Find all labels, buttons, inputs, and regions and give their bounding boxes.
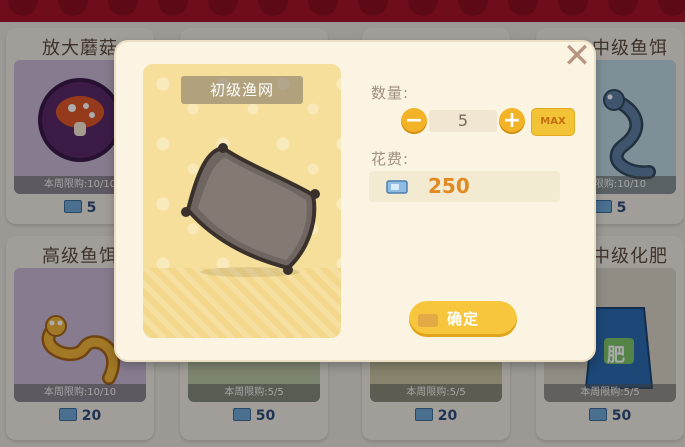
confirm-label: 确定 (446, 310, 479, 328)
minus-icon: − (404, 108, 424, 133)
cost-label: 花费: (371, 150, 410, 168)
ticket-icon (418, 314, 438, 327)
max-button[interactable]: MAX (531, 108, 575, 136)
ticket-icon (386, 180, 408, 194)
plus-icon: + (502, 108, 522, 133)
close-button[interactable]: ✕ (562, 39, 592, 73)
item-name: 初级渔网 (181, 76, 303, 104)
cost-value: 250 (428, 174, 470, 198)
decrease-button[interactable]: − (401, 108, 427, 134)
close-icon[interactable]: ✕ (563, 36, 592, 76)
increase-button[interactable]: + (499, 108, 525, 134)
quantity-label: 数量: (371, 84, 410, 102)
fishing-net-icon (181, 143, 320, 277)
quantity-input[interactable]: 5 (429, 110, 497, 132)
